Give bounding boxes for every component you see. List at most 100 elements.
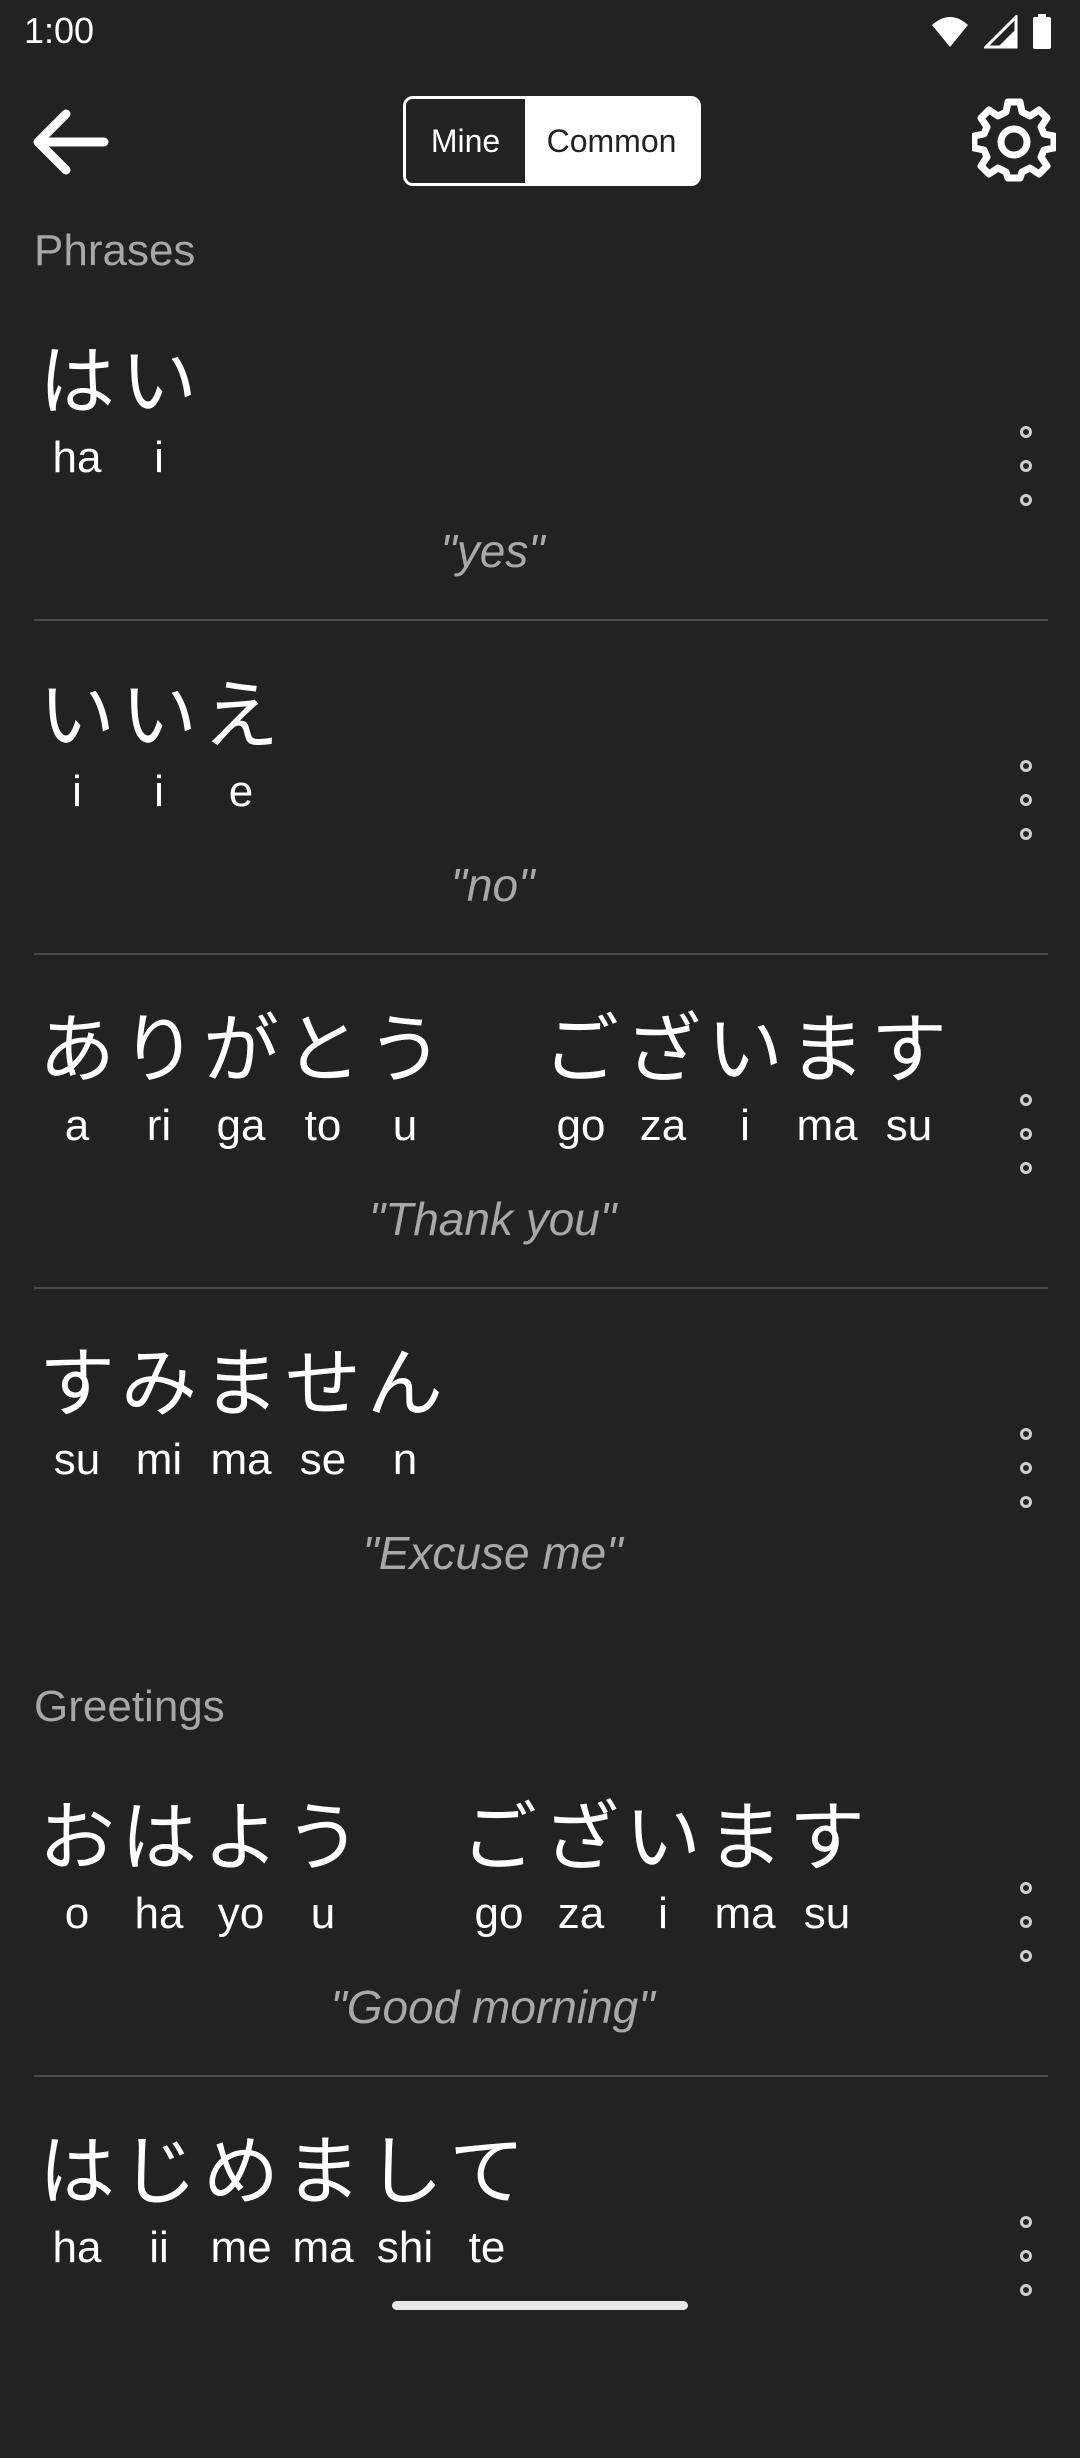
mora: ざ za [540, 1790, 622, 1942]
romaji: su [53, 1435, 101, 1484]
more-vert-icon [1020, 426, 1032, 438]
mora: いi [36, 668, 118, 820]
romaji: u [310, 1889, 336, 1938]
mora: ご go [540, 1002, 622, 1154]
more-vert-dot [1020, 2284, 1032, 2296]
kana: す [789, 1793, 865, 1882]
kana: お [39, 1793, 115, 1882]
kana: あ [39, 1005, 115, 1094]
more-options-button[interactable] [1006, 1094, 1046, 1174]
mora: し shi [364, 2124, 446, 2276]
phrase-japanese: いiいiえe [36, 668, 282, 820]
kana: ま [203, 1339, 279, 1428]
phrase-item[interactable]: は ha じ ii め me ま ma し shi て te [0, 2124, 1080, 2458]
more-vert-icon [1020, 760, 1032, 772]
mora: は ha [36, 2124, 118, 2276]
phrase-item[interactable]: す su み mi ま ma せ se ん n "Excuse me" [0, 1336, 1080, 1670]
mora: ま ma [704, 1790, 786, 1942]
romaji: e [228, 767, 254, 816]
more-vert-dot [1020, 1496, 1032, 1508]
mora: す su [36, 1336, 118, 1488]
kana: は [39, 337, 115, 426]
mora: いi [118, 668, 200, 820]
romaji: ga [216, 1101, 266, 1150]
kana: と [285, 1005, 361, 1094]
phrase-translation: "no" [450, 859, 535, 911]
more-vert-dot [1020, 1950, 1032, 1962]
romaji: ha [52, 2223, 102, 2272]
more-vert-dot [1020, 494, 1032, 506]
mora: は ha [36, 334, 118, 486]
phrase-japanese: あ a り ri が ga と to う u ご go ざ za い i ま ma す su [36, 1002, 950, 1154]
phrase-item[interactable]: あ a り ri が ga と to う u ご go ざ za い i ま ma す su "Thank you" [0, 1002, 1080, 1336]
more-vert-dot [1020, 460, 1032, 472]
more-vert-icon [1020, 2216, 1032, 2228]
more-options-button[interactable] [1006, 2216, 1046, 2296]
more-vert-icon [1020, 1882, 1032, 1894]
more-vert-icon [1020, 1428, 1032, 1440]
toggle-mine[interactable]: Mine [406, 99, 525, 183]
mora: ざ za [622, 1002, 704, 1154]
kana: ご [461, 1793, 537, 1882]
romaji: ha [134, 1889, 184, 1938]
more-options-button[interactable] [1006, 760, 1046, 840]
kana: ん [367, 1339, 443, 1428]
toggle-common[interactable]: Common [525, 99, 698, 183]
mora: と to [282, 1002, 364, 1154]
wifi-icon [932, 17, 968, 47]
kana: い [625, 1793, 701, 1882]
kana: ま [789, 1005, 865, 1094]
mora: いi [704, 1002, 786, 1154]
kana: う [285, 1793, 361, 1882]
more-options-button[interactable] [1006, 1428, 1046, 1508]
more-vert-dot [1020, 1462, 1032, 1474]
romaji: ma [292, 2223, 354, 2272]
phrase-translation: "yes" [440, 525, 545, 577]
status-bar: 1:00 [0, 0, 1080, 66]
mora: め me [200, 2124, 282, 2276]
mora: す su [868, 1002, 950, 1154]
mora: あa [36, 1002, 118, 1154]
kana: せ [285, 1339, 361, 1428]
romaji: ii [149, 2223, 169, 2272]
phrase-word: ご go ざ za い i ま ma す su [458, 1790, 868, 1942]
mora: て te [446, 2124, 528, 2276]
gear-icon [970, 98, 1058, 182]
back-button[interactable] [30, 102, 110, 182]
romaji: su [885, 1101, 933, 1150]
romaji: me [210, 2223, 272, 2272]
settings-button[interactable] [970, 98, 1058, 182]
more-options-button[interactable] [1006, 1882, 1046, 1962]
more-options-button[interactable] [1006, 426, 1046, 506]
kana: み [121, 1339, 197, 1428]
romaji: a [64, 1101, 90, 1150]
romaji: n [392, 1435, 418, 1484]
mine-common-toggle: Mine Common [403, 96, 701, 186]
kana: よ [203, 1793, 279, 1882]
kana: え [203, 671, 279, 760]
divider [34, 953, 1048, 955]
mora: ご go [458, 1790, 540, 1942]
kana: ご [543, 1005, 619, 1094]
mora: ま ma [200, 1336, 282, 1488]
home-indicator[interactable] [392, 2301, 688, 2310]
phrase-translation: "Excuse me" [362, 1527, 623, 1579]
kana: い [121, 671, 197, 760]
phrase-word: お o は ha よ yo う u [36, 1790, 364, 1942]
kana: し [367, 2127, 443, 2216]
kana: が [203, 1005, 279, 1094]
more-vert-dot [1020, 1128, 1032, 1140]
phrase-item[interactable]: は ha い i "yes" [0, 334, 1080, 668]
section-header-phrases: Phrases [34, 226, 196, 275]
divider [34, 619, 1048, 621]
romaji: shi [376, 2223, 434, 2272]
kana: い [121, 337, 197, 426]
phrase-item[interactable]: い i い i え e "no" [0, 668, 1080, 1002]
romaji: yo [217, 1889, 265, 1938]
phrase-japanese: お o は ha よ yo う u ご go ざ za い i ま ma す su [36, 1790, 868, 1942]
kana: い [707, 1005, 783, 1094]
phrase-word: いiいiえe [36, 668, 282, 820]
phrase-item[interactable]: お o は ha よ yo う u ご go ざ za い i ま ma す su "Good morning" [0, 1790, 1080, 2124]
more-vert-dot [1020, 1162, 1032, 1174]
romaji: ma [714, 1889, 776, 1938]
